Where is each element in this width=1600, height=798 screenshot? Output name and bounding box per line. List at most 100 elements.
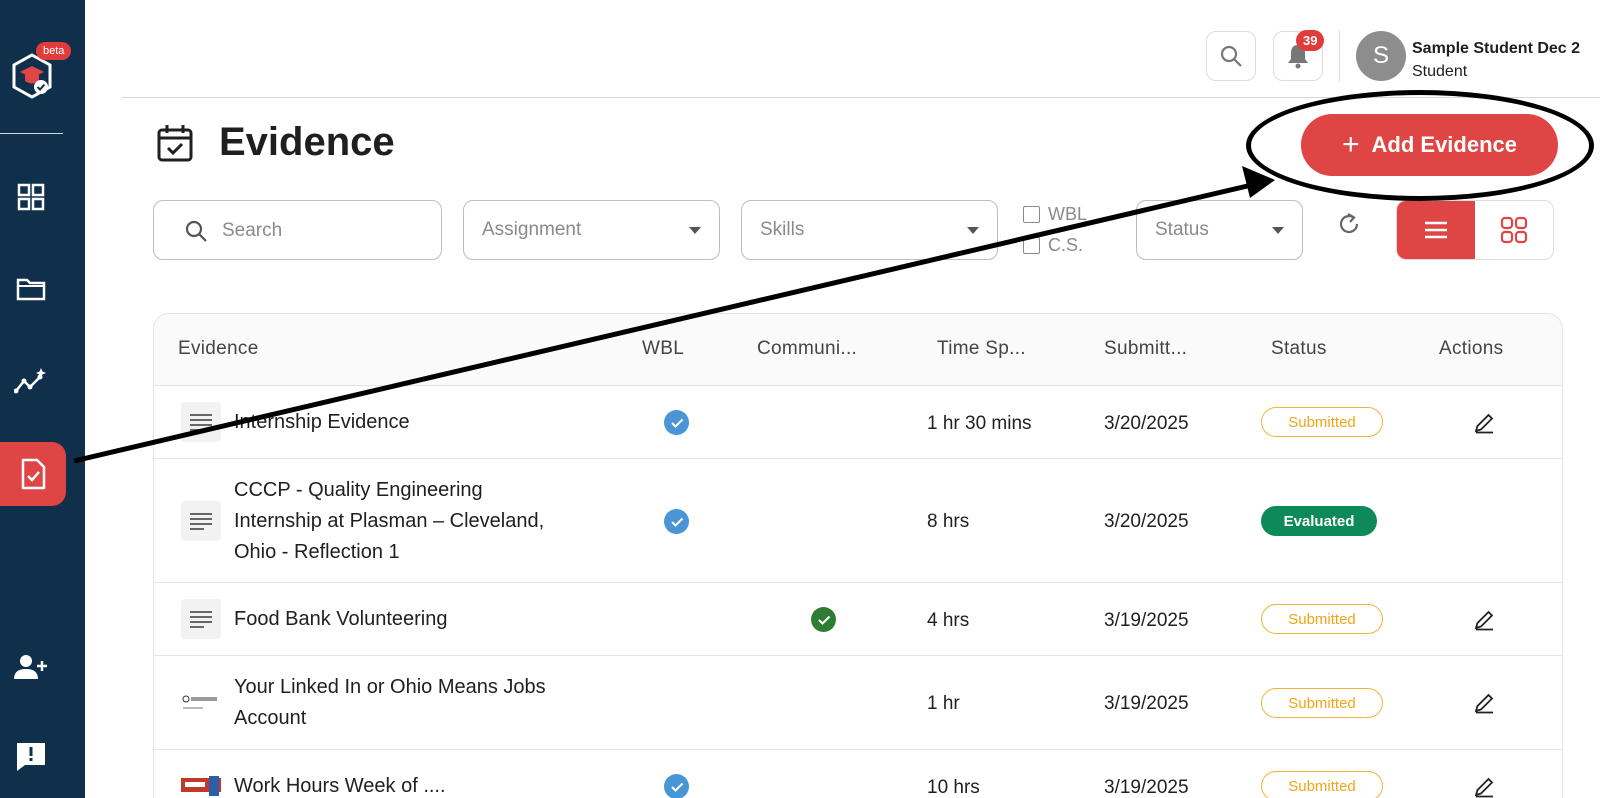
table-row[interactable]: Internship Evidence 1 hr 30 mins 3/20/20… [154,386,1562,459]
view-toggle [1396,200,1554,260]
header-divider [1339,30,1340,82]
evidence-title[interactable]: CCCP - Quality Engineering Internship at… [234,475,574,568]
status-select-placeholder: Status [1155,219,1209,240]
status-badge: Submitted [1261,771,1383,798]
status-badge: Submitted [1261,688,1383,718]
chevron-down-icon [1272,227,1284,234]
calendar-check-icon [156,123,194,168]
column-header-status[interactable]: Status [1271,338,1327,360]
search-input[interactable]: Search [222,220,282,242]
submitted-date: 3/19/2025 [1104,777,1189,798]
folder-icon [16,278,46,301]
list-icon [1425,221,1447,239]
chevron-down-icon [689,227,701,234]
pencil-icon [1474,413,1494,434]
table-row[interactable]: CCCP - Quality Engineering Internship at… [154,459,1562,583]
refresh-button[interactable] [1336,211,1362,242]
time-spent: 10 hrs [927,777,980,798]
wbl-check-icon [664,774,689,798]
thumbnail-image [181,683,221,723]
wbl-check-icon [664,509,689,534]
checkbox-icon[interactable] [1023,237,1040,254]
time-spent: 4 hrs [927,610,970,631]
sidebar-item-folder[interactable] [12,270,50,308]
edit-button[interactable] [1473,776,1495,798]
chevron-down-icon [967,227,979,234]
column-header-time-spent[interactable]: Time Sp... [937,338,1026,360]
sidebar-item-invite[interactable] [12,648,50,686]
assignment-select[interactable]: Assignment [463,200,720,260]
grid-view-button[interactable] [1475,201,1553,259]
user-name[interactable]: Sample Student Dec 2 [1412,40,1580,58]
feedback-icon [17,743,45,771]
submitted-date: 3/20/2025 [1104,511,1189,532]
evidence-table: Evidence WBL Communi... Time Sp... Submi… [153,313,1563,798]
submitted-date: 3/19/2025 [1104,693,1189,714]
list-view-button[interactable] [1397,201,1475,259]
skills-select[interactable]: Skills [741,200,998,260]
column-header-submitted[interactable]: Submitt... [1104,338,1187,360]
evidence-title[interactable]: Food Bank Volunteering [234,604,448,635]
wbl-filter-checkbox[interactable]: WBL [1023,204,1087,225]
submitted-date: 3/20/2025 [1104,413,1189,434]
table-row[interactable]: Work Hours Week of .... 10 hrs 3/19/2025… [154,750,1562,798]
grid-icon [17,183,45,211]
sidebar-item-evidence[interactable] [0,442,66,506]
sidebar: beta [0,0,85,798]
search-icon [1220,45,1242,67]
grid-icon [1500,216,1528,244]
user-role: Student [1412,63,1468,80]
community-check-icon [811,607,836,632]
refresh-icon [1339,213,1359,234]
search-icon [185,220,207,242]
table-row[interactable]: Your Linked In or Ohio Means Jobs Accoun… [154,656,1562,750]
avatar[interactable]: S [1356,31,1406,81]
table-header: Evidence WBL Communi... Time Sp... Submi… [154,314,1562,386]
wbl-check-icon [664,410,689,435]
sidebar-item-feedback[interactable] [12,738,50,776]
text-document-icon [181,501,221,541]
search-field[interactable]: Search [153,200,442,260]
table-row[interactable]: Food Bank Volunteering 4 hrs 3/19/2025 S… [154,583,1562,656]
status-select[interactable]: Status [1136,200,1303,260]
cs-filter-label: C.S. [1048,235,1084,255]
time-spent: 8 hrs [927,511,970,532]
column-header-actions: Actions [1439,338,1504,359]
search-button[interactable] [1206,31,1256,81]
text-document-icon [181,402,221,442]
time-spent: 1 hr 30 mins [927,413,1032,434]
submitted-date: 3/19/2025 [1104,610,1189,631]
column-header-community[interactable]: Communi... [757,338,857,360]
pencil-icon [1474,777,1494,798]
time-spent: 1 hr [927,693,960,714]
evidence-title[interactable]: Your Linked In or Ohio Means Jobs Accoun… [234,672,574,734]
text-document-icon [181,599,221,639]
edit-button[interactable] [1473,692,1495,719]
sidebar-item-dashboard[interactable] [12,178,50,216]
evidence-title[interactable]: Internship Evidence [234,407,410,438]
pencil-icon [1474,693,1494,714]
page-title: Evidence [219,120,395,164]
wbl-filter-label: WBL [1048,204,1088,224]
cs-filter-checkbox[interactable]: C.S. [1023,235,1083,256]
sidebar-item-progress[interactable] [12,362,50,400]
evidence-check-icon [21,458,46,490]
thumbnail-image [181,766,221,798]
column-header-evidence[interactable]: Evidence [178,338,259,360]
chart-sparkle-icon [14,368,46,394]
annotation-ellipse [1246,90,1594,201]
skills-select-placeholder: Skills [760,219,805,240]
edit-button[interactable] [1473,609,1495,636]
assignment-select-placeholder: Assignment [482,219,582,240]
beta-badge: beta [36,42,72,60]
edit-button[interactable] [1473,412,1495,439]
checkbox-icon[interactable] [1023,206,1040,223]
column-header-wbl[interactable]: WBL [642,338,684,360]
pencil-icon [1474,610,1494,631]
sidebar-divider [0,133,63,134]
add-user-icon [14,655,47,679]
notification-count-badge: 39 [1296,30,1325,51]
status-badge: Evaluated [1261,506,1377,536]
evidence-title[interactable]: Work Hours Week of .... [234,771,446,798]
status-badge: Submitted [1261,604,1383,634]
